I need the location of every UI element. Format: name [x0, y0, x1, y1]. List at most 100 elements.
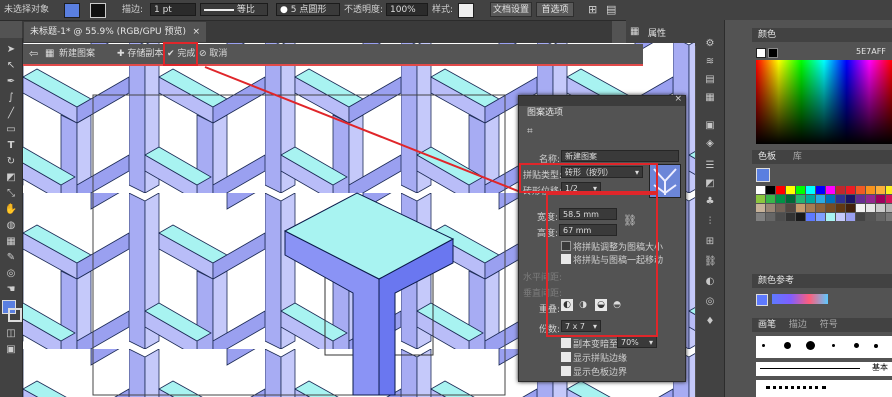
color-harmony-strip[interactable] — [772, 294, 828, 304]
name-field[interactable]: 新建图案 — [561, 150, 679, 162]
hand-tool-icon[interactable]: ☚ — [4, 284, 18, 296]
brushes-tab[interactable]: 画笔 — [758, 320, 776, 330]
swatches-tab[interactable]: 色板 — [758, 152, 776, 162]
show-tile-edge-checkbox[interactable] — [561, 352, 571, 362]
screen-mode-icon[interactable]: ▣ — [4, 344, 18, 356]
basic-brush-label: 基本 — [872, 363, 888, 372]
options-highlight-box — [546, 193, 658, 337]
eyedropper-tool-icon[interactable]: ✎ — [4, 252, 18, 264]
line-tool-icon[interactable]: ╱ — [4, 108, 18, 120]
library-tab[interactable]: 库 — [793, 152, 802, 162]
stack-icon[interactable]: ▤ — [704, 74, 716, 86]
color-spectrum[interactable] — [756, 60, 892, 144]
palette-icon[interactable]: ▦ — [704, 92, 716, 104]
layers-icon[interactable]: ≋ — [704, 56, 716, 68]
show-swatch-bounds-checkbox[interactable] — [561, 366, 571, 376]
rotate-tool-icon[interactable]: ↻ — [4, 156, 18, 168]
opacity-field[interactable]: 100% — [386, 3, 428, 16]
pattern-edit-bar: ⇦ ▦ 新建图案 ✚ 存储副本 ✔ 完成 ⊘ 取消 — [23, 44, 643, 66]
rectangle-tool-icon[interactable]: ▭ — [4, 124, 18, 136]
style-label: 样式: — [432, 5, 454, 15]
show-tile-edge-label: 显示拼贴边缘 — [573, 354, 628, 364]
dim-copies-select[interactable]: 70% ▾ — [617, 336, 657, 348]
brush-label: 5 点圆形 — [290, 5, 327, 15]
basic-brush-row[interactable]: 基本 — [756, 362, 892, 376]
selection-tool-icon[interactable]: ➤ — [4, 44, 18, 56]
swatches-panel-header: 色板 库 — [752, 150, 892, 164]
stroke-swatch[interactable] — [90, 3, 106, 18]
cancel-icon: ⊘ — [199, 49, 207, 59]
active-fill-swatch[interactable] — [756, 168, 770, 182]
preferences-button[interactable]: 首选项 — [536, 2, 574, 17]
tools-panel: ➤ ↖ ✒ ∫ ╱ ▭ T ↻ ◩ ⤡ ✋ ◍ ▦ ✎ ◎ ☚ ⌕ ◫ ▣ — [0, 38, 23, 397]
stroke-tab[interactable]: 描边 — [789, 320, 807, 330]
color-guide-base-swatch[interactable] — [756, 294, 768, 306]
document-tab[interactable]: 未标题-1* @ 55.9% (RGB/GPU 预览) × — [24, 22, 206, 42]
tile-tool-icon[interactable]: ⌗ — [527, 126, 533, 137]
brushes-panel-header: 画笔 描边 符号 — [752, 318, 892, 332]
pen-tool-icon[interactable]: ✒ — [4, 76, 18, 88]
control-bar: 未选择对象 描边: 1 pt 等比 ● 5 点圆形 不透明度: 100% 样式:… — [0, 0, 892, 21]
pattern-options-tab[interactable]: 图案选项 — [523, 106, 579, 120]
hex-value[interactable]: 5E7AFF — [856, 47, 886, 56]
done-highlight-box — [163, 42, 198, 66]
plus-icon: ✚ — [117, 49, 128, 59]
fill-swatch[interactable] — [64, 3, 80, 18]
document-tab-title: 未标题-1* @ 55.9% (RGB/GPU 预览) — [30, 27, 186, 37]
brush-samples-row[interactable] — [756, 380, 892, 397]
dim-copies-checkbox[interactable] — [561, 338, 571, 348]
save-copy-button[interactable]: ✚ 存储副本 — [117, 47, 163, 61]
settings-icon[interactable]: ⚙ — [704, 38, 716, 50]
direct-selection-icon[interactable]: ↖ — [4, 60, 18, 72]
color-guide-title: 颜色参考 — [758, 276, 795, 286]
black-swatch[interactable] — [768, 48, 778, 58]
shape-builder-icon[interactable]: ◍ — [4, 220, 18, 232]
artboards-icon[interactable]: ☰ — [704, 160, 716, 172]
transparency-icon[interactable]: ◐ — [704, 276, 716, 288]
transform-icon[interactable]: ⊞ — [704, 236, 716, 248]
style-swatch[interactable] — [458, 3, 474, 18]
cancel-button[interactable]: ⊘ 取消 — [199, 47, 227, 61]
warp-tool-icon[interactable]: ✋ — [4, 204, 18, 216]
pattern-icon: ▦ — [45, 48, 55, 59]
color-guide-header[interactable]: 颜色参考 — [752, 274, 892, 288]
properties-label: 属性 — [648, 29, 667, 39]
stroke-weight-field[interactable]: 1 pt — [150, 3, 196, 16]
tile-type-highlight-box — [519, 163, 658, 193]
back-arrow-icon[interactable]: ⇦ — [29, 47, 38, 61]
symbols-tab[interactable]: 符号 — [820, 320, 838, 330]
panel-titlebar[interactable]: × — [519, 94, 685, 106]
close-tab-icon[interactable]: × — [192, 22, 200, 42]
save-copy-label: 存储副本 — [127, 49, 164, 59]
panel-close-icon[interactable]: × — [674, 94, 682, 104]
image-trace-icon[interactable]: ▣ — [704, 120, 716, 132]
draw-mode-icon[interactable]: ◫ — [4, 328, 18, 340]
stroke-color-box[interactable] — [8, 308, 22, 322]
appearance-icon[interactable]: ◎ — [704, 296, 716, 308]
arrange-icon[interactable]: ⊞ — [588, 3, 597, 17]
swatches-icon[interactable]: ♣ — [704, 196, 716, 208]
blend-tool-icon[interactable]: ◎ — [4, 268, 18, 280]
graphic-styles-icon[interactable]: ♦ — [704, 316, 716, 328]
color-panel-header[interactable]: 颜色 — [752, 28, 892, 42]
type-tool-icon[interactable]: T — [4, 140, 18, 152]
none-swatch[interactable] — [756, 48, 766, 58]
brush-select[interactable]: ● 5 点圆形 — [276, 3, 340, 16]
swatch-grid[interactable] — [756, 186, 892, 242]
scale-tool-icon[interactable]: ⤡ — [4, 188, 18, 200]
eraser-tool-icon[interactable]: ◩ — [4, 172, 18, 184]
properties-icon: ▦ — [630, 26, 640, 37]
doc-setup-button[interactable]: 文档设置 — [490, 2, 532, 17]
pattern-name: 新建图案 — [59, 49, 96, 59]
shapes-icon[interactable]: ◈ — [704, 138, 716, 150]
align-icon[interactable]: ▤ — [606, 3, 616, 17]
stroke-label: 描边: — [122, 5, 144, 15]
stroke-profile-select[interactable]: 等比 — [200, 3, 268, 16]
align-panel-icon[interactable]: ⫶ — [704, 216, 716, 228]
link-panel-icon[interactable]: ⛓ — [704, 256, 717, 268]
brush-dots-row[interactable] — [756, 336, 892, 358]
gradient-tool-icon[interactable]: ▦ — [4, 236, 18, 248]
gradient-icon[interactable]: ◩ — [704, 178, 716, 190]
chevron-down-icon: ▾ — [648, 338, 653, 347]
curvature-tool-icon[interactable]: ∫ — [4, 92, 18, 104]
